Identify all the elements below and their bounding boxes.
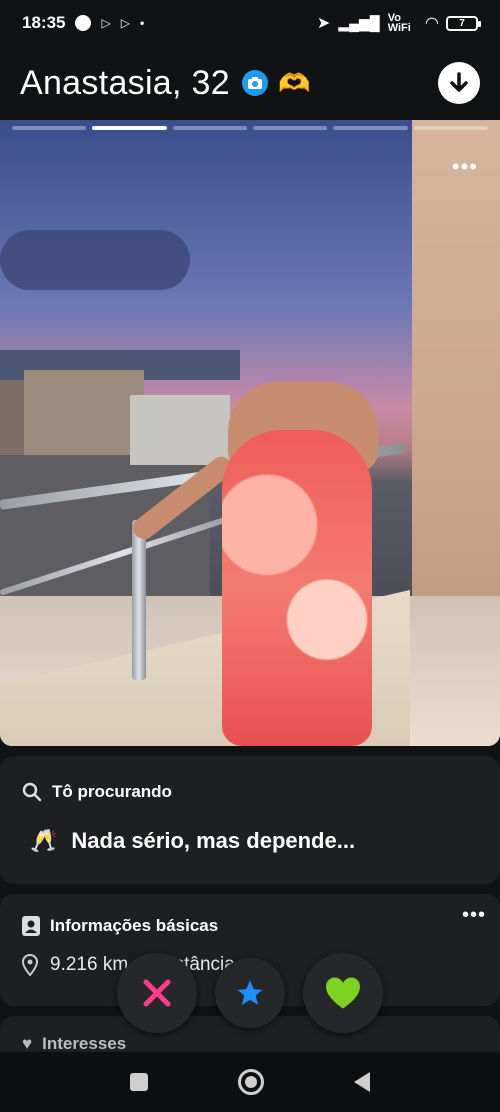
photo-more-icon[interactable]: ••• (452, 156, 478, 178)
sky-cloud (0, 230, 190, 290)
camera-verified-icon[interactable] (241, 70, 268, 96)
photo-progress-bar[interactable] (252, 126, 328, 130)
like-button[interactable] (303, 953, 383, 1033)
photo-progress-bars (12, 126, 488, 130)
play-store-icon-2: ▷ (120, 16, 130, 30)
notification-icon (75, 15, 92, 31)
photo-progress-bar[interactable] (92, 126, 167, 130)
photo-progress-bar[interactable] (333, 126, 408, 130)
heart-icon (326, 977, 360, 1009)
action-bar (0, 953, 500, 1035)
looking-for-title-row: Tô procurando (22, 782, 172, 802)
nope-button[interactable] (117, 953, 197, 1033)
signal-icon: ▂▄▆█ (338, 14, 380, 31)
photo-progress-bar[interactable] (413, 126, 488, 130)
location-icon: ➤ (316, 15, 331, 32)
wifi-icon: ◠ (425, 15, 438, 32)
champagne-icon: 🥂 (30, 828, 58, 853)
x-icon (143, 979, 171, 1007)
building-right (130, 395, 230, 465)
arrow-down-icon (450, 72, 468, 92)
heart-outline-icon: ♥ (22, 1034, 33, 1053)
status-bar: 18:35 ▷ ▷ • ➤ ▂▄▆█ Vo WiFi ◠ 7 (0, 0, 500, 46)
photo-progress-bar[interactable] (172, 126, 247, 130)
search-icon (22, 782, 42, 802)
play-store-icon: ▷ (101, 16, 111, 30)
photo-progress-bar[interactable] (12, 126, 87, 130)
person-dress (222, 430, 372, 746)
profile-photo[interactable]: ••• (0, 120, 500, 746)
looking-for-value: Nada sério, mas depende... (71, 828, 356, 853)
basic-info-more-icon[interactable]: ••• (462, 905, 486, 925)
profile-name-age: Anastasia, 32 (20, 63, 230, 102)
star-icon (237, 980, 263, 1005)
dot-icon: • (139, 16, 145, 30)
heart-hand-icon: 🫶 (277, 67, 311, 98)
super-like-button[interactable] (215, 958, 285, 1028)
basic-info-title-row: Informações básicas (22, 916, 218, 936)
status-time: 18:35 (22, 13, 66, 32)
looking-for-title: Tô procurando (52, 782, 172, 801)
download-button[interactable] (438, 62, 480, 104)
battery-level: 7 (459, 17, 465, 29)
looking-for-card: Tô procurando 🥂 Nada sério, mas depende.… (0, 756, 500, 884)
system-nav-bar (0, 1052, 500, 1112)
basic-info-title: Informações básicas (50, 916, 219, 935)
recents-button[interactable] (130, 1073, 148, 1091)
home-button[interactable] (238, 1069, 264, 1095)
back-button[interactable] (354, 1072, 370, 1092)
looking-for-value-row: 🥂 Nada sério, mas depende... (30, 828, 355, 854)
vowifi-label: Vo WiFi (387, 12, 411, 34)
interests-title-row: ♥ Interesses (22, 1034, 126, 1054)
battery-icon: 7 (446, 15, 481, 31)
id-card-icon (22, 916, 40, 936)
interests-title: Interesses (42, 1034, 127, 1053)
profile-header: Anastasia, 32 🫶 (0, 52, 500, 114)
balcony-post (132, 520, 146, 680)
